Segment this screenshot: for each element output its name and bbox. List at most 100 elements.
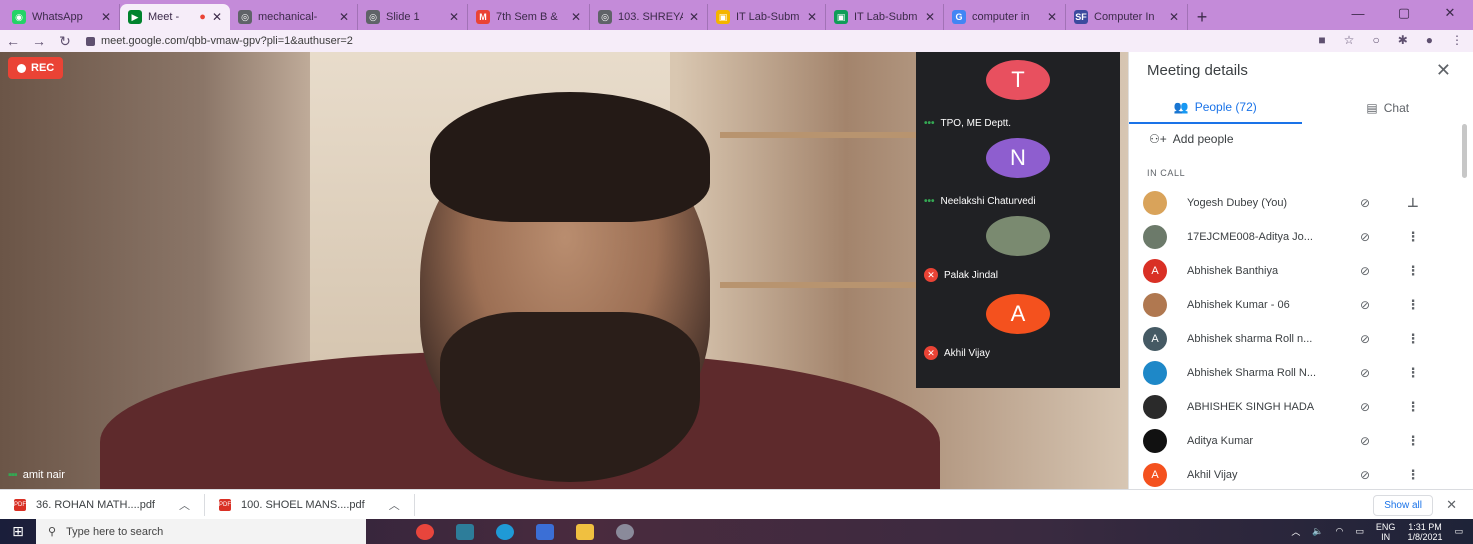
participant-tile[interactable]: A ✕ Akhil Vijay xyxy=(916,294,1120,372)
participant-tile[interactable]: T ••• TPO, ME Deptt. xyxy=(916,60,1120,138)
volume-icon[interactable]: 🔈 xyxy=(1312,526,1323,537)
close-tab-icon[interactable]: ✕ xyxy=(689,10,699,24)
participant-row[interactable]: A Akhil Vijay ⊘ ⋮ xyxy=(1143,458,1443,492)
close-tab-icon[interactable]: ✕ xyxy=(571,10,581,24)
close-tab-icon[interactable]: ✕ xyxy=(339,10,349,24)
close-tab-icon[interactable]: ✕ xyxy=(1047,10,1057,24)
mic-off-icon[interactable]: ⊘ xyxy=(1355,468,1375,482)
minimize-button[interactable]: — xyxy=(1335,0,1381,26)
browser-tab[interactable]: ◎ 103. SHREYA ✕ xyxy=(590,4,708,30)
more-options-icon[interactable]: ⋮ xyxy=(1405,467,1421,483)
participant-row[interactable]: Abhishek Kumar - 06 ⊘ ⋮ xyxy=(1143,288,1443,322)
close-tab-icon[interactable]: ✕ xyxy=(449,10,459,24)
edge-icon[interactable] xyxy=(496,523,514,540)
browser-tab[interactable]: ◎ Slide 1 ✕ xyxy=(358,4,468,30)
chevron-up-icon[interactable]: ︿ xyxy=(389,497,400,513)
downloads-bar: PDF 36. ROHAN MATH....pdf ︿ PDF 100. SHOEL M… xyxy=(0,489,1473,519)
mic-off-icon[interactable]: ⊘ xyxy=(1355,230,1375,244)
word-icon[interactable] xyxy=(536,523,554,540)
participant-row[interactable]: A Abhishek Banthiya ⊘ ⋮ xyxy=(1143,254,1443,288)
mic-off-icon[interactable]: ⊘ xyxy=(1355,196,1375,210)
back-button[interactable]: ← xyxy=(0,33,26,49)
browser-tab[interactable]: M 7th Sem B & ✕ xyxy=(468,4,590,30)
language-indicator[interactable]: ENG IN xyxy=(1376,522,1396,542)
clock[interactable]: 1:31 PM 1/8/2021 xyxy=(1407,522,1442,542)
mic-off-icon[interactable]: ⊘ xyxy=(1355,400,1375,414)
file-explorer-icon[interactable] xyxy=(576,523,594,540)
tab-title: 103. SHREYA xyxy=(618,11,683,23)
bookmark-star-icon[interactable]: ☆ xyxy=(1344,33,1355,47)
profile-avatar[interactable]: ● xyxy=(1426,33,1433,47)
tab-title: WhatsApp xyxy=(32,11,83,23)
browser-tab[interactable]: ▣ IT Lab-Subm ✕ xyxy=(708,4,826,30)
more-options-icon[interactable]: ⋮ xyxy=(1405,263,1421,279)
more-options-icon[interactable]: ⋮ xyxy=(1405,331,1421,347)
download-item[interactable]: PDF 36. ROHAN MATH....pdf ︿ xyxy=(0,493,205,516)
close-tab-icon[interactable]: ✕ xyxy=(101,10,111,24)
taskbar-search[interactable]: ⚲ Type here to search xyxy=(36,519,366,544)
wifi-icon[interactable]: ◠ xyxy=(1336,526,1344,537)
forward-button[interactable]: → xyxy=(26,33,52,49)
participant-tile[interactable]: N ••• Neelakshi Chaturvedi xyxy=(916,138,1120,216)
mic-off-icon[interactable]: ⊘ xyxy=(1355,264,1375,278)
participant-row[interactable]: Aditya Kumar ⊘ ⋮ xyxy=(1143,424,1443,458)
pdf-icon: PDF xyxy=(219,498,231,511)
close-tab-icon[interactable]: ✕ xyxy=(807,10,817,24)
mic-off-icon[interactable]: ⊘ xyxy=(1355,332,1375,346)
more-options-icon[interactable]: ⋮ xyxy=(1405,399,1421,415)
new-tab-button[interactable]: + xyxy=(1188,4,1216,30)
notifications-icon[interactable]: ▭ xyxy=(1454,526,1463,537)
close-tab-icon[interactable]: ✕ xyxy=(925,10,935,24)
browser-tab[interactable]: ◉ WhatsApp ✕ xyxy=(4,4,120,30)
browser-tab[interactable]: SF Computer In ✕ xyxy=(1066,4,1188,30)
mic-off-icon[interactable]: ⊘ xyxy=(1355,298,1375,312)
close-tab-icon[interactable]: ✕ xyxy=(212,10,222,24)
pdf-icon: PDF xyxy=(14,498,26,511)
browser-tab[interactable]: ▶ Meet - ● ✕ xyxy=(120,4,230,30)
more-options-icon[interactable]: ⋮ xyxy=(1405,433,1421,449)
show-all-button[interactable]: Show all xyxy=(1373,495,1433,516)
participant-row[interactable]: Yogesh Dubey (You) ⊘ ⊥ xyxy=(1143,186,1443,220)
extension-icon[interactable]: ○ xyxy=(1372,33,1379,47)
close-downloads-icon[interactable]: ✕ xyxy=(1446,497,1457,513)
maximize-button[interactable]: ▢ xyxy=(1381,0,1427,26)
participant-row[interactable]: ABHISHEK SINGH HADA ⊘ ⋮ xyxy=(1143,390,1443,424)
puzzle-icon[interactable]: ✱ xyxy=(1398,33,1408,47)
panel-title: Meeting details xyxy=(1147,62,1248,79)
menu-icon[interactable]: ⋮ xyxy=(1451,33,1463,47)
tab-people[interactable]: 👥 People (72) xyxy=(1129,92,1302,124)
chrome-icon[interactable] xyxy=(416,523,434,540)
tab-chat[interactable]: ▤ Chat xyxy=(1302,92,1473,124)
browser-tab[interactable]: ◎ mechanical- ✕ xyxy=(230,4,358,30)
mic-off-icon[interactable]: ⊘ xyxy=(1355,434,1375,448)
reload-button[interactable]: ↻ xyxy=(52,33,78,50)
tray-chevron-icon[interactable]: ︿ xyxy=(1291,525,1300,538)
participant-name: Aditya Kumar xyxy=(1187,435,1254,447)
add-people-button[interactable]: ⚇+ Add people xyxy=(1149,132,1234,146)
camera-icon[interactable]: ■ xyxy=(1318,33,1325,47)
participant-row[interactable]: Abhishek Sharma Roll N... ⊘ ⋮ xyxy=(1143,356,1443,390)
browser-tab[interactable]: ▣ IT Lab-Subm ✕ xyxy=(826,4,944,30)
windows-start-icon[interactable]: ⊞ xyxy=(0,519,36,544)
panel-scrollbar[interactable] xyxy=(1462,124,1467,178)
chevron-up-icon[interactable]: ︿ xyxy=(179,497,190,513)
address-bar[interactable]: meet.google.com/qbb-vmaw-gpv?pli=1&authu… xyxy=(86,32,1286,50)
lang-label: ENG xyxy=(1375,521,1396,532)
paint-icon[interactable] xyxy=(616,523,634,540)
participant-tile[interactable]: ✕ Palak Jindal xyxy=(916,216,1120,294)
close-tab-icon[interactable]: ✕ xyxy=(1169,10,1179,24)
participant-row[interactable]: 17EJCME008-Aditya Jo... ⊘ ⋮ xyxy=(1143,220,1443,254)
more-options-icon[interactable]: ⋮ xyxy=(1405,297,1421,313)
photos-icon[interactable] xyxy=(456,523,474,540)
close-panel-icon[interactable]: ✕ xyxy=(1436,60,1451,81)
battery-icon[interactable]: ▭ xyxy=(1355,526,1364,537)
more-options-icon[interactable]: ⋮ xyxy=(1405,229,1421,245)
mic-off-icon[interactable]: ⊘ xyxy=(1355,366,1375,380)
taskbar-apps xyxy=(416,523,634,540)
pin-icon[interactable]: ⊥ xyxy=(1405,195,1421,211)
browser-tab[interactable]: Gcomputer in ✕ xyxy=(944,4,1066,30)
close-window-button[interactable]: ✕ xyxy=(1427,0,1473,26)
download-item[interactable]: PDF 100. SHOEL MANS....pdf ︿ xyxy=(205,493,415,516)
more-options-icon[interactable]: ⋮ xyxy=(1405,365,1421,381)
participant-row[interactable]: A Abhishek sharma Roll n... ⊘ ⋮ xyxy=(1143,322,1443,356)
